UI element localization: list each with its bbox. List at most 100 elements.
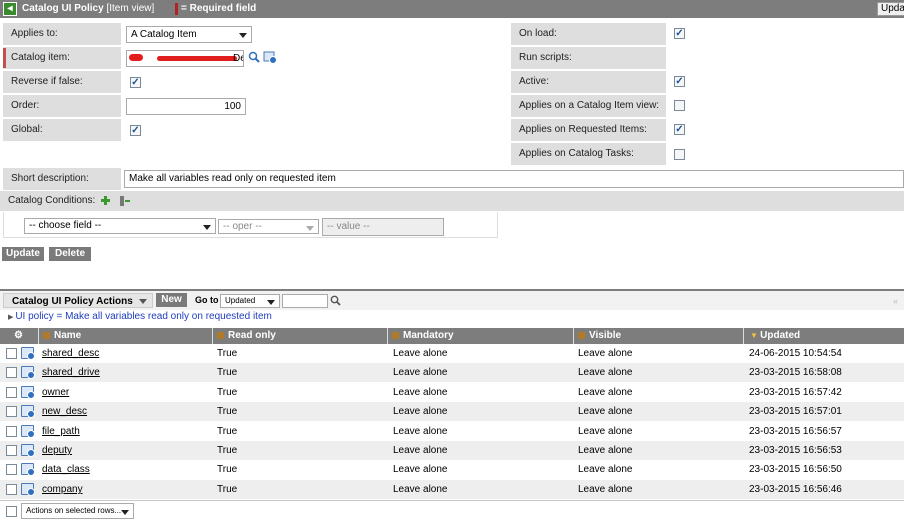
applies-catalog-tasks-checkbox[interactable] [674,149,685,160]
column-divider [743,328,744,344]
first-page-icon[interactable]: « [893,296,898,306]
short-description-label: Short description: [3,168,121,190]
on-load-label: On load: [511,23,666,45]
column-header-name[interactable]: Name [43,328,81,344]
record-preview-icon[interactable] [21,444,35,457]
row-name-link[interactable]: shared_desc [42,344,99,363]
order-input[interactable]: 100 [126,98,246,115]
reference-info-icon[interactable] [263,51,277,64]
search-icon[interactable] [330,295,341,306]
column-header-updated[interactable]: ▼ Updated [750,328,800,344]
row-read-only: True [217,445,238,456]
value-input[interactable]: -- value -- [322,218,444,236]
row-checkbox[interactable] [6,367,17,378]
goto-field-select[interactable]: Updated [220,294,280,308]
sort-descending-icon: ▼ [750,331,761,340]
row-name-link[interactable]: data_class [42,460,90,479]
column-divider [573,328,574,344]
row-name-link[interactable]: deputy [42,441,72,460]
goto-label: Go to [195,295,219,305]
row-checkbox[interactable] [6,426,17,437]
row-name-link[interactable]: shared_drive [42,363,100,382]
active-label: Active: [511,71,666,93]
applies-to-select[interactable]: A Catalog Item [126,26,252,43]
record-preview-icon[interactable] [21,386,35,399]
personalize-list-icon[interactable]: ⚙ [14,328,23,344]
active-checkbox[interactable]: ✓ [674,76,685,87]
list-header: ⚙ Name Read only Mandatory Visible ▼ Upd… [0,328,904,344]
record-preview-icon[interactable] [21,405,35,418]
row-read-only: True [217,406,238,417]
catalog-item-label: Catalog item: [3,47,121,69]
add-and-condition-icon[interactable] [100,195,113,207]
update-button-top[interactable]: Update [877,2,904,16]
new-button[interactable]: New [156,293,187,307]
row-name-link[interactable]: new_desc [42,402,87,421]
row-mandatory: Leave alone [393,406,448,417]
row-checkbox[interactable] [6,387,17,398]
record-preview-icon[interactable] [21,463,35,476]
row-checkbox[interactable] [6,445,17,456]
row-visible: Leave alone [578,464,633,475]
table-row: data_class True Leave alone Leave alone … [0,460,904,479]
record-preview-icon[interactable] [21,366,35,379]
chevron-down-icon [203,225,211,230]
record-preview-icon[interactable] [21,347,35,360]
goto-search-input[interactable] [282,294,328,308]
row-checkbox[interactable] [6,464,17,475]
choose-field-value: -- choose field -- [29,220,102,231]
column-header-visible[interactable]: Visible [578,328,621,344]
back-arrow-icon[interactable]: ◂ [3,2,17,16]
short-description-input[interactable]: Make all variables read only on requeste… [124,170,904,188]
operator-select[interactable]: -- oper -- [218,219,319,234]
catalog-conditions-header: Catalog Conditions: [0,191,904,211]
row-updated: 23-03-2015 16:57:42 [749,387,842,398]
row-checkbox[interactable] [6,406,17,417]
applies-to-label: Applies to: [3,23,121,45]
title-label: Catalog UI Policy [22,3,104,14]
search-icon[interactable] [248,51,260,63]
chevron-down-icon [121,510,129,515]
table-row: company True Leave alone Leave alone 23-… [0,480,904,499]
catalog-item-input[interactable]: De [126,50,244,67]
reverse-if-false-checkbox[interactable]: ✓ [130,77,141,88]
order-label: Order: [3,95,121,117]
global-checkbox[interactable]: ✓ [130,125,141,136]
run-scripts-label: Run scripts: [511,47,666,69]
row-read-only: True [217,464,238,475]
column-header-updated-label: Updated [760,330,801,341]
row-updated: 23-03-2015 16:57:01 [749,406,842,417]
choose-field-select[interactable]: -- choose field -- [24,218,216,234]
record-preview-icon[interactable] [21,425,35,438]
breadcrumb[interactable]: ▶ UI policy = Make all variables read on… [8,311,272,322]
page-title: Catalog UI Policy [Item view] [22,3,154,14]
select-all-checkbox[interactable] [6,506,17,517]
row-name-link[interactable]: owner [42,383,69,402]
row-checkbox[interactable] [6,484,17,495]
row-updated: 23-03-2015 16:56:53 [749,445,842,456]
related-list-title[interactable]: Catalog UI Policy Actions [3,293,153,308]
add-or-condition-icon[interactable] [118,195,131,207]
row-updated: 23-03-2015 16:58:08 [749,367,842,378]
required-indicator [3,48,6,68]
record-preview-icon[interactable] [21,483,35,496]
update-button[interactable]: Update [2,247,44,261]
row-checkbox[interactable] [6,348,17,359]
on-load-checkbox[interactable]: ✓ [674,28,685,39]
applies-requested-items-checkbox[interactable]: ✓ [674,124,685,135]
column-divider [38,328,39,344]
row-visible: Leave alone [578,348,633,359]
row-name-link[interactable]: company [42,480,83,499]
row-mandatory: Leave alone [393,445,448,456]
row-updated: 24-06-2015 10:54:54 [749,348,842,359]
column-header-read-only[interactable]: Read only [217,328,276,344]
delete-button[interactable]: Delete [49,247,91,261]
chevron-down-icon [239,33,247,38]
column-header-mandatory[interactable]: Mandatory [392,328,454,344]
applies-catalog-view-checkbox[interactable] [674,100,685,111]
row-name-link[interactable]: file_path [42,422,80,441]
row-mandatory: Leave alone [393,387,448,398]
actions-on-selected-select[interactable]: Actions on selected rows... [21,503,134,519]
catalog-conditions-label: Catalog Conditions: [8,195,96,206]
row-visible: Leave alone [578,367,633,378]
